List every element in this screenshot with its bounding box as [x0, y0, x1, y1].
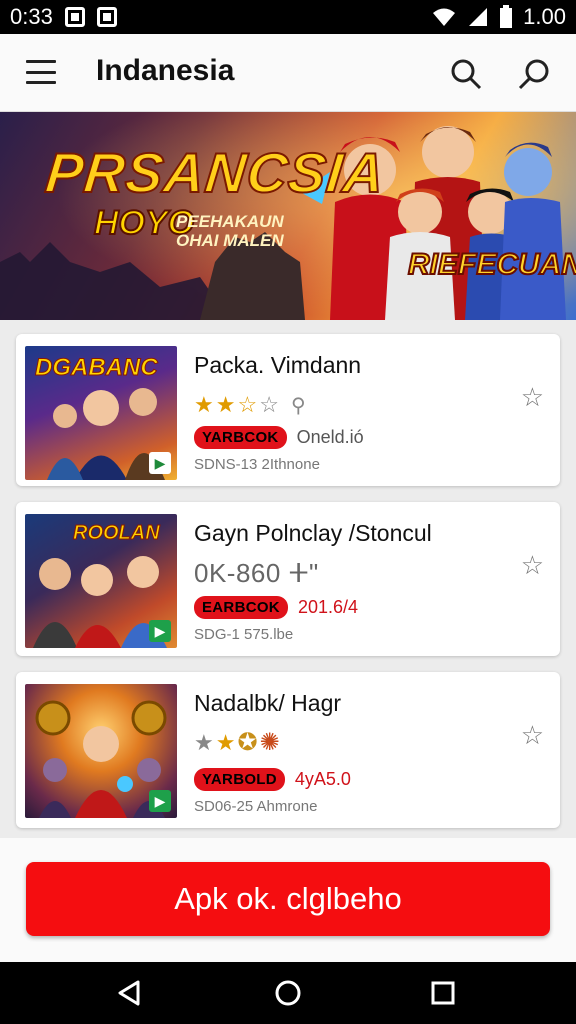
battery-level: 1.00	[523, 4, 566, 29]
category-tag: EARBCOK	[194, 596, 288, 619]
thumbnail-title: ROOLAN	[73, 522, 161, 545]
tag-value: 4yA5.0	[294, 769, 351, 789]
tag-value: Oneld.ió	[296, 427, 364, 447]
badge-icon: ✺	[259, 729, 280, 756]
favorite-star-icon[interactable]: ☆	[521, 382, 544, 413]
category-tag: YARBOLD	[194, 768, 285, 791]
card-meta: SDG-1 575.lbe	[194, 626, 294, 643]
category-tag: YARBCOK	[194, 426, 287, 449]
favorite-star-icon[interactable]: ☆	[521, 720, 544, 751]
card-title: Nadalbk/ Hagr	[194, 690, 342, 716]
rating-stars: ★ ★ ✪ ✺	[194, 728, 280, 757]
notification-icon	[96, 7, 117, 27]
system-nav-bar	[0, 962, 576, 1024]
card-meta: SDNS-13 2Ithnone	[194, 456, 320, 473]
thumbnail-title: DGABANC	[35, 354, 159, 382]
page-title: Indanesia	[96, 54, 235, 87]
battery-icon	[500, 5, 513, 28]
game-card[interactable]: DGABANC ▶ Packa. Vimdann ★ ★ ☆ ☆ ⚲ YARBC…	[16, 334, 560, 486]
star-icon: ☆	[237, 392, 258, 417]
game-card[interactable]: ▶ Nadalbk/ Hagr ★ ★ ✪ ✺ YARBOLD 4yA5.0 S…	[16, 672, 560, 828]
search-icon[interactable]	[448, 56, 484, 92]
tag-row: EARBCOK 201.6/4	[194, 596, 358, 619]
tag-row: YARBOLD 4yA5.0	[194, 768, 351, 791]
play-store-icon: ▶	[149, 790, 171, 812]
star-icon: ★	[194, 729, 214, 755]
menu-icon[interactable]	[26, 60, 56, 84]
play-store-icon: ▶	[149, 452, 171, 474]
card-meta: SD06-25 Ahmrone	[194, 798, 318, 815]
status-time: 0:33	[10, 4, 53, 29]
download-apk-button[interactable]: Apk ok. clglbeho	[26, 862, 550, 936]
card-price: 0K-860 ⵜ"	[194, 558, 319, 588]
user-icon: ⚲	[290, 394, 306, 417]
banner-title: PRSANCSIA	[42, 140, 389, 205]
back-icon[interactable]	[114, 978, 144, 1008]
game-thumbnail: DGABANC ▶	[25, 346, 177, 480]
game-thumbnail: ▶	[25, 684, 177, 818]
banner-badge: RIEFECUAN	[407, 247, 576, 282]
star-icon: ★	[215, 392, 236, 417]
home-icon[interactable]	[273, 978, 303, 1008]
signal-icon	[469, 8, 488, 26]
cta-container: Apk ok. clglbeho	[0, 838, 576, 962]
game-thumbnail: ROOLAN ▶	[25, 514, 177, 648]
notification-icon	[64, 7, 85, 27]
recents-icon[interactable]	[428, 978, 458, 1008]
wifi-icon	[433, 8, 456, 26]
status-bar: 0:33 1.00	[0, 0, 576, 34]
game-card[interactable]: ROOLAN ▶ Gayn Polnclay /Stoncul 0K-860 ⵜ…	[16, 502, 560, 656]
badge-icon: ✪	[237, 729, 258, 756]
favorite-star-icon[interactable]: ☆	[521, 550, 544, 581]
star-icon: ☆	[259, 392, 279, 417]
star-icon: ★	[194, 392, 214, 417]
banner-subtitle-small: PEEHAKAUN OHAI MALEN	[176, 212, 284, 250]
play-store-icon: ▶	[149, 620, 171, 642]
app-bar: Indanesia	[0, 34, 576, 112]
card-title: Packa. Vimdann	[194, 352, 362, 378]
star-icon: ★	[215, 729, 236, 755]
promo-banner[interactable]: PRSANCSIA HOYO PEEHAKAUN OHAI MALEN	[0, 112, 576, 320]
tag-value: 201.6/4	[297, 597, 358, 617]
tag-row: YARBCOK Oneld.ió	[194, 426, 364, 449]
card-title: Gayn Polnclay /Stoncul	[194, 520, 432, 546]
search-icon[interactable]	[516, 56, 552, 92]
rating-stars: ★ ★ ☆ ☆ ⚲	[194, 392, 306, 418]
